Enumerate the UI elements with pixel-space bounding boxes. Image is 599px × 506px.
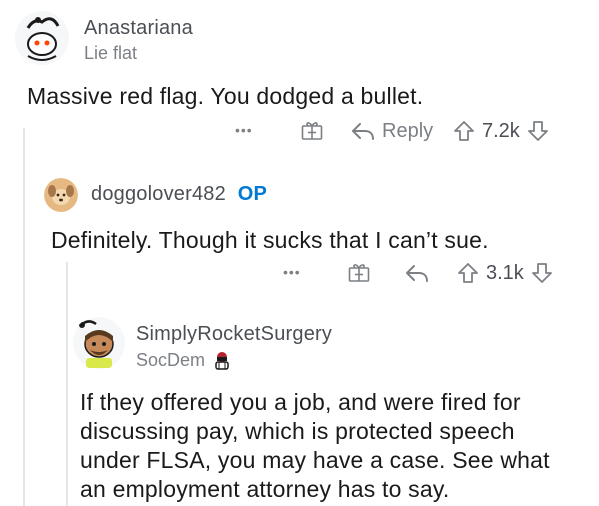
avatar[interactable]	[14, 10, 70, 66]
dog-avatar-icon	[44, 178, 78, 212]
more-icon: •••	[283, 264, 301, 280]
gift-icon	[348, 264, 370, 282]
more-options-button[interactable]: •••	[235, 118, 253, 142]
award-button[interactable]	[346, 259, 372, 285]
reply-button[interactable]	[404, 260, 430, 286]
avatar[interactable]	[72, 316, 126, 370]
flair-emoji-icon	[215, 352, 229, 370]
more-options-button[interactable]: •••	[283, 260, 301, 284]
username[interactable]: doggolover482 OP	[91, 183, 267, 206]
downvote-button[interactable]	[530, 261, 554, 285]
more-icon: •••	[235, 122, 253, 138]
gift-icon	[301, 122, 323, 140]
username[interactable]: Anastariana	[84, 17, 193, 40]
reply-button[interactable]: Reply	[350, 118, 433, 144]
comment-text: Massive red flag. You dodged a bullet.	[27, 83, 424, 109]
downvote-icon	[527, 121, 548, 141]
upvote-icon	[458, 263, 478, 283]
reply-arrow-icon	[352, 123, 374, 140]
username[interactable]: SimplyRocketSurgery	[136, 323, 332, 346]
comment-text-line: discussing pay, which is protected speec…	[80, 418, 515, 444]
vote-controls: 3.1k	[456, 260, 554, 286]
comment-text: Definitely. Though it sucks that I can’t…	[51, 227, 489, 253]
vote-count: 3.1k	[486, 261, 524, 284]
thread-line-level-2[interactable]	[66, 262, 68, 506]
comment-text-line: under FLSA, you may have a case. See wha…	[80, 447, 550, 473]
reply-arrow-icon	[406, 265, 428, 282]
vote-controls: 7.2k	[452, 118, 550, 144]
upvote-button[interactable]	[456, 261, 480, 285]
upvote-button[interactable]	[452, 119, 476, 143]
comment-text-line: an employment attorney has to say.	[80, 476, 450, 502]
username-text: doggolover482	[91, 183, 226, 205]
downvote-button[interactable]	[526, 119, 550, 143]
comment-text-line: If they offered you a job, and were fire…	[80, 389, 521, 415]
snoo-avatar-icon	[15, 11, 69, 65]
upvote-icon	[454, 121, 474, 141]
thread-line-level-1[interactable]	[23, 128, 25, 506]
user-flair-text: SocDem	[136, 349, 206, 370]
vote-count: 7.2k	[482, 119, 520, 142]
user-flair: Lie flat	[84, 43, 138, 63]
award-button[interactable]	[299, 117, 325, 143]
user-flair: SocDem	[136, 349, 233, 371]
snoo-avatar-icon	[73, 317, 125, 369]
op-badge: OP	[237, 183, 267, 205]
reply-label: Reply	[382, 119, 434, 142]
avatar[interactable]	[44, 178, 78, 212]
downvote-icon	[531, 263, 552, 283]
